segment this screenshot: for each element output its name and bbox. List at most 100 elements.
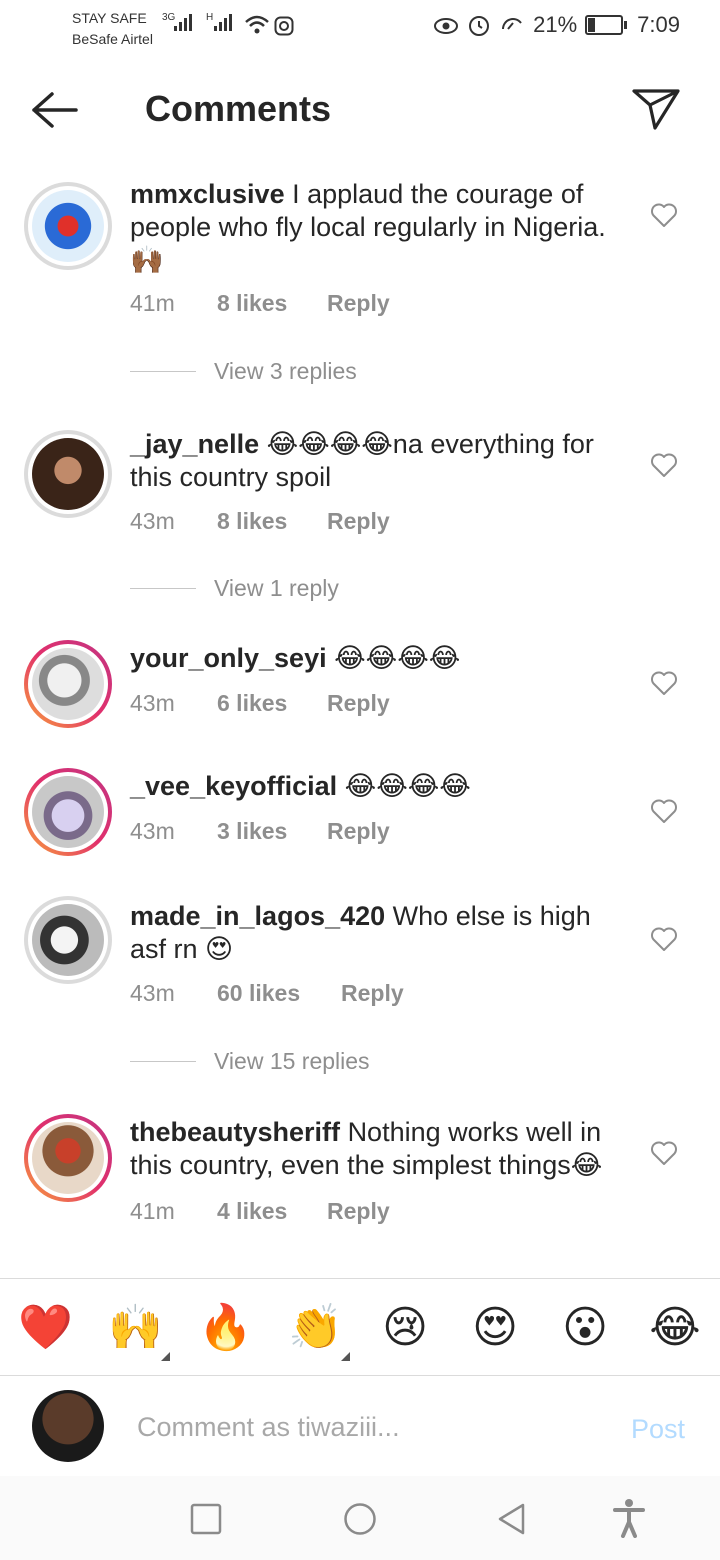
back-arrow-icon bbox=[32, 92, 78, 128]
comment-time: 41m bbox=[130, 290, 175, 316]
view-replies-label: View 1 reply bbox=[214, 575, 339, 601]
signal-icon bbox=[174, 14, 192, 31]
heart-eyes-emoji-button[interactable]: 😍 bbox=[468, 1301, 522, 1355]
comment-time: 43m bbox=[130, 690, 175, 716]
tears-of-joy-emoji-button[interactable]: 😂 bbox=[648, 1301, 702, 1355]
clapping-hands-emoji-button[interactable]: 👏 bbox=[288, 1301, 350, 1361]
reply-button[interactable]: Reply bbox=[341, 980, 404, 1007]
comment-text: mmxclusive I applaud the courage of peop… bbox=[130, 178, 630, 277]
comment-username[interactable]: your_only_seyi bbox=[130, 643, 327, 673]
view-replies-button[interactable]: View 1 reply bbox=[130, 575, 339, 602]
my-avatar bbox=[32, 1390, 104, 1462]
network-type-label-2: H bbox=[206, 12, 214, 23]
back-button[interactable] bbox=[30, 88, 82, 132]
system-nav-bar bbox=[0, 1476, 720, 1560]
avatar[interactable] bbox=[24, 768, 112, 856]
post-button[interactable]: Post bbox=[631, 1414, 685, 1445]
view-replies-button[interactable]: View 15 replies bbox=[130, 1048, 370, 1075]
heart-emoji-button[interactable]: ❤️ bbox=[18, 1301, 73, 1355]
like-heart-icon[interactable] bbox=[650, 452, 678, 478]
clock: 7:09 bbox=[637, 12, 680, 37]
avatar-image bbox=[32, 776, 104, 848]
carrier-line2: BeSafe Airtel bbox=[72, 31, 153, 47]
emoji-reaction-bar: ❤️ 🙌 🔥 👏 😢 😍 😮 😂 bbox=[0, 1278, 720, 1376]
recent-apps-icon[interactable] bbox=[189, 1502, 223, 1536]
divider bbox=[130, 1061, 196, 1062]
comment-likes[interactable]: 60 likes bbox=[217, 980, 341, 1007]
like-heart-icon[interactable] bbox=[650, 670, 678, 696]
comment-text: _vee_keyofficial 😂😂😂😂 bbox=[130, 770, 630, 803]
surprised-face-emoji-button[interactable]: 😮 bbox=[558, 1301, 612, 1355]
back-nav-icon[interactable] bbox=[495, 1502, 529, 1536]
battery-percent: 21% bbox=[533, 12, 578, 37]
comment-likes[interactable]: 6 likes bbox=[217, 690, 327, 717]
comment-likes[interactable]: 8 likes bbox=[217, 508, 327, 535]
reply-button[interactable]: Reply bbox=[327, 818, 390, 845]
avatar[interactable] bbox=[24, 430, 112, 518]
view-replies-label: View 3 replies bbox=[214, 358, 357, 384]
raised-hands-emoji-button[interactable]: 🙌 bbox=[108, 1301, 170, 1361]
page-title: Comments bbox=[145, 88, 332, 129]
crying-face-emoji-button[interactable]: 😢 bbox=[378, 1301, 432, 1355]
carrier-line1: STAY SAFE bbox=[72, 10, 147, 26]
like-heart-icon[interactable] bbox=[650, 202, 678, 228]
raised-hands-emoji: 🙌 bbox=[108, 1302, 163, 1353]
avatar[interactable] bbox=[24, 640, 112, 728]
comment-text: thebeautysheriff Nothing works well in t… bbox=[130, 1116, 630, 1182]
avatar-image bbox=[32, 190, 104, 262]
reply-button[interactable]: Reply bbox=[327, 690, 390, 717]
comment-content: 😂😂😂😂 bbox=[344, 771, 471, 801]
reply-button[interactable]: Reply bbox=[327, 508, 390, 535]
skin-tone-indicator-icon bbox=[161, 1352, 170, 1361]
comment-time: 43m bbox=[130, 508, 175, 534]
clapping-hands-emoji: 👏 bbox=[288, 1302, 343, 1353]
comment-meta: 43m 60 likes Reply bbox=[130, 980, 404, 1007]
avatar[interactable] bbox=[24, 896, 112, 984]
fire-emoji-button[interactable]: 🔥 bbox=[198, 1301, 253, 1355]
like-heart-icon[interactable] bbox=[650, 926, 678, 952]
avatar-image bbox=[32, 438, 104, 510]
comment-meta: 41m 8 likes Reply bbox=[130, 290, 390, 317]
reply-button[interactable]: Reply bbox=[327, 290, 390, 317]
comment-username[interactable]: mmxclusive bbox=[130, 179, 285, 209]
comment-meta: 41m 4 likes Reply bbox=[130, 1198, 390, 1225]
battery-icon bbox=[585, 15, 628, 35]
wifi-icon bbox=[245, 15, 269, 34]
like-heart-icon[interactable] bbox=[650, 1140, 678, 1166]
signal-icon-2 bbox=[214, 14, 232, 31]
like-heart-icon[interactable] bbox=[650, 798, 678, 824]
send-icon bbox=[632, 89, 680, 130]
divider bbox=[130, 588, 196, 589]
battery-level bbox=[588, 18, 596, 32]
comment-likes[interactable]: 8 likes bbox=[217, 290, 327, 317]
comment-input[interactable] bbox=[135, 1404, 599, 1450]
home-icon[interactable] bbox=[343, 1502, 377, 1536]
accessibility-icon[interactable] bbox=[611, 1498, 647, 1538]
comment-username[interactable]: _jay_nelle bbox=[130, 429, 259, 459]
data-saver-icon bbox=[502, 18, 522, 30]
avatar[interactable] bbox=[24, 1114, 112, 1202]
avatar-image bbox=[32, 1122, 104, 1194]
avatar[interactable] bbox=[24, 182, 112, 270]
comment-meta: 43m 8 likes Reply bbox=[130, 508, 390, 535]
comment-meta: 43m 3 likes Reply bbox=[130, 818, 390, 845]
comment-time: 41m bbox=[130, 1198, 175, 1224]
comment-text: made_in_lagos_420 Who else is high asf r… bbox=[130, 900, 630, 966]
eye-comfort-icon bbox=[434, 18, 459, 34]
comment-username[interactable]: thebeautysheriff bbox=[130, 1117, 340, 1147]
reply-button[interactable]: Reply bbox=[327, 1198, 390, 1225]
comment-time: 43m bbox=[130, 818, 175, 844]
comment-likes[interactable]: 4 likes bbox=[217, 1198, 327, 1225]
comment-username[interactable]: _vee_keyofficial bbox=[130, 771, 337, 801]
share-button[interactable] bbox=[630, 86, 682, 134]
alarm-icon bbox=[469, 16, 490, 36]
divider bbox=[130, 371, 196, 372]
view-replies-button[interactable]: View 3 replies bbox=[130, 358, 357, 385]
status-right: 21% 7:09 bbox=[433, 12, 680, 38]
comment-meta: 43m 6 likes Reply bbox=[130, 690, 390, 717]
carrier-info: STAY SAFE BeSafe Airtel bbox=[72, 8, 153, 50]
comment-likes[interactable]: 3 likes bbox=[217, 818, 327, 845]
view-replies-label: View 15 replies bbox=[214, 1048, 370, 1074]
comment-content: 😂😂😂😂 bbox=[334, 643, 461, 673]
comment-username[interactable]: made_in_lagos_420 bbox=[130, 901, 385, 931]
